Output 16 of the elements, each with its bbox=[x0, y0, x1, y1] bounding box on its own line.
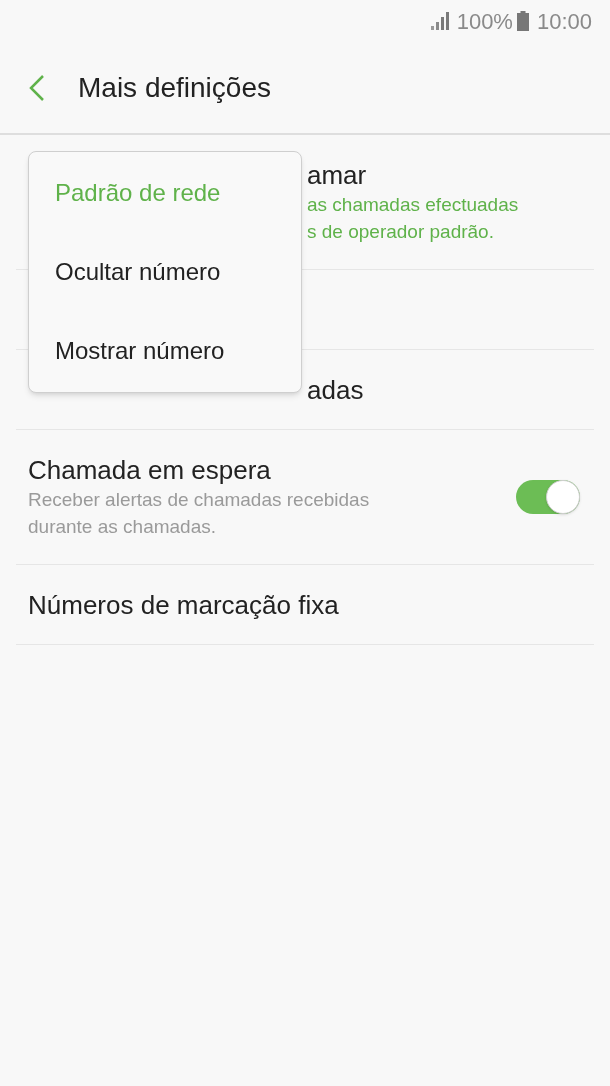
setting-title: Chamada em espera bbox=[28, 454, 272, 486]
toggle-switch[interactable] bbox=[516, 480, 580, 514]
battery-percent: 100% bbox=[456, 7, 513, 36]
screen-title: Mais definições bbox=[78, 70, 271, 105]
back-icon[interactable] bbox=[28, 73, 46, 102]
battery-icon bbox=[516, 11, 529, 31]
clock: 10:00 bbox=[536, 7, 592, 36]
setting-title: adas bbox=[307, 373, 365, 406]
setting-description: s de operador padrão. bbox=[307, 220, 495, 244]
setting-title: amar bbox=[307, 159, 368, 191]
setting-description: Receber alertas de chamadas recebidas bbox=[28, 488, 371, 512]
menu-item[interactable]: Mostrar número bbox=[29, 311, 301, 391]
setting-title: Números de marcação fixa bbox=[28, 588, 340, 621]
setting-description: durante as chamadas. bbox=[28, 515, 217, 539]
menu-item[interactable]: Ocultar número bbox=[29, 232, 301, 312]
setting-description: as chamadas efectuadas bbox=[307, 193, 520, 217]
